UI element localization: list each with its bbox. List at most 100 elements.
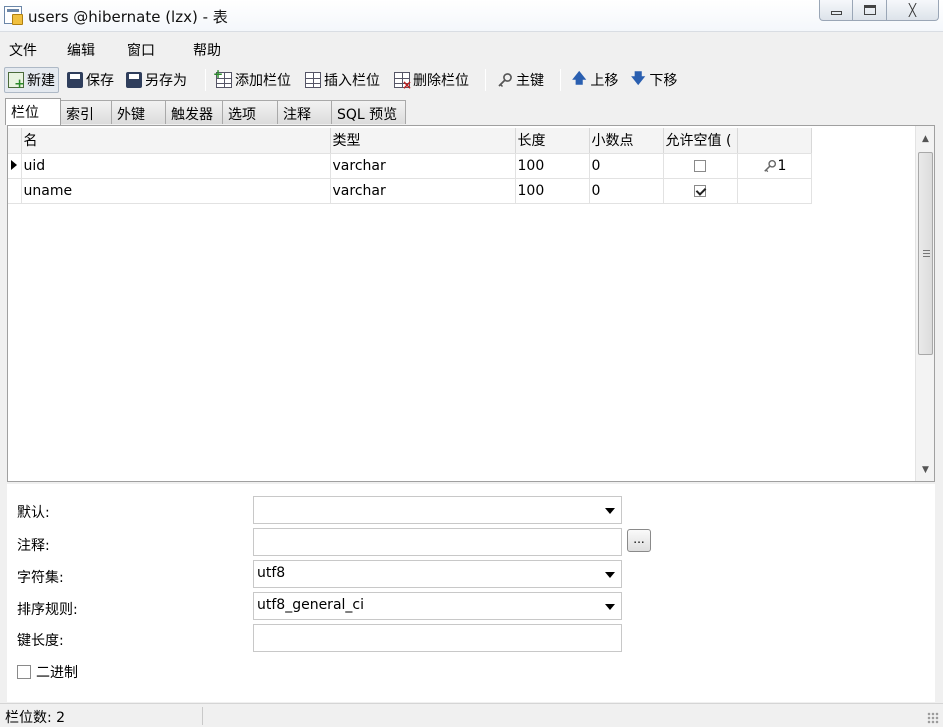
- allow-null-cell: [663, 153, 738, 179]
- field-type-cell[interactable]: varchar: [330, 178, 516, 204]
- charset-select[interactable]: utf8: [253, 560, 622, 588]
- add-field-icon: [213, 67, 232, 88]
- title-bar: users @hibernate (lzx) - 表 ╳: [0, 0, 943, 32]
- comment-expand-button[interactable]: ...: [627, 529, 651, 552]
- toolbar-separator: [485, 69, 486, 91]
- binary-label: 二进制: [36, 665, 78, 681]
- key-cell[interactable]: [737, 178, 812, 204]
- minimize-button[interactable]: [819, 0, 853, 21]
- move-up-button[interactable]: 🡅 上移: [569, 67, 621, 93]
- tab-comment[interactable]: 注释: [277, 100, 332, 124]
- comment-input[interactable]: [253, 528, 622, 556]
- table-app-icon: [4, 6, 23, 25]
- save-icon: [67, 72, 83, 88]
- menu-bar: 文件 编辑 窗口 帮助: [0, 33, 943, 63]
- status-bar: 栏位数: 2: [0, 703, 943, 727]
- table-row[interactable]: uid varchar 100 0 1: [8, 153, 812, 179]
- binary-checkbox[interactable]: [17, 665, 31, 679]
- column-header-decimals[interactable]: 小数点: [589, 128, 664, 154]
- default-label: 默认:: [17, 505, 50, 521]
- primary-key-label: 主键: [516, 73, 544, 89]
- key-length-input[interactable]: [253, 624, 622, 652]
- menu-edit[interactable]: 编辑: [67, 40, 95, 60]
- table-header-row: 名 类型 长度 小数点 允许空值 (: [8, 128, 812, 154]
- chevron-down-icon: [605, 508, 615, 514]
- binary-option[interactable]: 二进制: [17, 662, 78, 682]
- primary-key-button[interactable]: 主键: [494, 67, 547, 93]
- allow-null-checkbox[interactable]: [694, 159, 706, 172]
- default-select[interactable]: [253, 496, 622, 524]
- field-decimals-cell[interactable]: 0: [589, 153, 664, 179]
- column-header-key[interactable]: [737, 128, 812, 154]
- key-icon: [763, 159, 776, 172]
- new-button[interactable]: 新建: [4, 67, 59, 93]
- save-as-icon: [126, 72, 142, 88]
- close-button[interactable]: ╳: [887, 0, 939, 21]
- window-controls: ╳: [819, 0, 939, 21]
- tab-foreign-keys[interactable]: 外键: [111, 100, 166, 124]
- save-as-button[interactable]: 另存为: [123, 67, 190, 93]
- add-field-label: 添加栏位: [235, 73, 291, 89]
- collation-select[interactable]: utf8_general_ci: [253, 592, 622, 620]
- field-length-cell[interactable]: 100: [515, 178, 590, 204]
- move-down-button[interactable]: 🡇 下移: [628, 67, 680, 93]
- row-marker-header: [8, 128, 22, 154]
- delete-field-icon: [394, 72, 412, 92]
- add-field-button[interactable]: 添加栏位: [213, 67, 294, 93]
- column-header-type[interactable]: 类型: [330, 128, 516, 154]
- key-icon: [498, 73, 512, 88]
- key-length-label: 键长度:: [17, 633, 64, 649]
- scroll-thumb[interactable]: [918, 152, 933, 355]
- menu-file[interactable]: 文件: [9, 40, 37, 60]
- arrow-up-icon: 🡅: [572, 71, 587, 87]
- key-order: 1: [777, 157, 787, 174]
- allow-null-cell: [663, 178, 738, 204]
- menu-help[interactable]: 帮助: [193, 40, 221, 60]
- chevron-down-icon: [605, 572, 615, 578]
- maximize-button[interactable]: [853, 0, 887, 21]
- move-up-label: 上移: [590, 73, 619, 89]
- insert-field-icon: [305, 72, 321, 88]
- resize-grip-icon[interactable]: [927, 712, 939, 724]
- save-button[interactable]: 保存: [64, 67, 117, 93]
- column-header-name[interactable]: 名: [21, 128, 331, 154]
- fields-table: 名 类型 长度 小数点 允许空值 ( uid varchar 100 0 1 u…: [8, 128, 812, 204]
- column-header-length[interactable]: 长度: [515, 128, 590, 154]
- grip-icon: [923, 250, 930, 257]
- field-count: 栏位数: 2: [5, 710, 66, 726]
- window-title: users @hibernate (lzx) - 表: [28, 8, 228, 26]
- tab-indexes[interactable]: 索引: [60, 100, 112, 124]
- field-name-cell[interactable]: uid: [21, 153, 331, 179]
- field-type-cell[interactable]: varchar: [330, 153, 516, 179]
- field-length-cell[interactable]: 100: [515, 153, 590, 179]
- collation-label: 排序规则:: [17, 602, 78, 618]
- delete-field-label: 删除栏位: [413, 73, 469, 89]
- tab-fields[interactable]: 栏位: [5, 98, 61, 125]
- vertical-scrollbar[interactable]: ▲ ▼: [915, 126, 934, 481]
- delete-field-button[interactable]: 删除栏位: [391, 67, 472, 93]
- charset-value: utf8: [257, 565, 286, 581]
- charset-label: 字符集:: [17, 570, 64, 586]
- comment-label: 注释:: [17, 538, 50, 554]
- menu-window[interactable]: 窗口: [127, 40, 155, 60]
- maximize-icon: [863, 5, 876, 15]
- field-decimals-cell[interactable]: 0: [589, 178, 664, 204]
- tab-strip: 栏位 索引 外键 触发器 选项 注释 SQL 预览: [0, 98, 943, 125]
- column-header-allow-null[interactable]: 允许空值 (: [663, 128, 738, 154]
- new-label: 新建: [27, 73, 55, 89]
- tab-sql-preview[interactable]: SQL 预览: [331, 100, 406, 124]
- tab-options[interactable]: 选项: [222, 100, 278, 124]
- arrow-down-icon: 🡇: [631, 71, 646, 87]
- scroll-down-icon[interactable]: ▼: [916, 461, 935, 479]
- key-cell: 1: [737, 153, 812, 179]
- chevron-down-icon: [605, 604, 615, 610]
- toolbar-separator: [560, 69, 561, 91]
- field-name-cell[interactable]: uname: [21, 178, 331, 204]
- insert-field-button[interactable]: 插入栏位: [302, 67, 383, 93]
- allow-null-checkbox[interactable]: [694, 184, 706, 197]
- scroll-up-icon[interactable]: ▲: [916, 130, 935, 148]
- tab-triggers[interactable]: 触发器: [165, 100, 223, 124]
- field-properties-panel: 默认: 注释: ... 字符集: utf8 排序规则: utf8_general…: [7, 484, 935, 702]
- new-icon: [8, 72, 25, 92]
- table-row[interactable]: uname varchar 100 0: [8, 178, 812, 204]
